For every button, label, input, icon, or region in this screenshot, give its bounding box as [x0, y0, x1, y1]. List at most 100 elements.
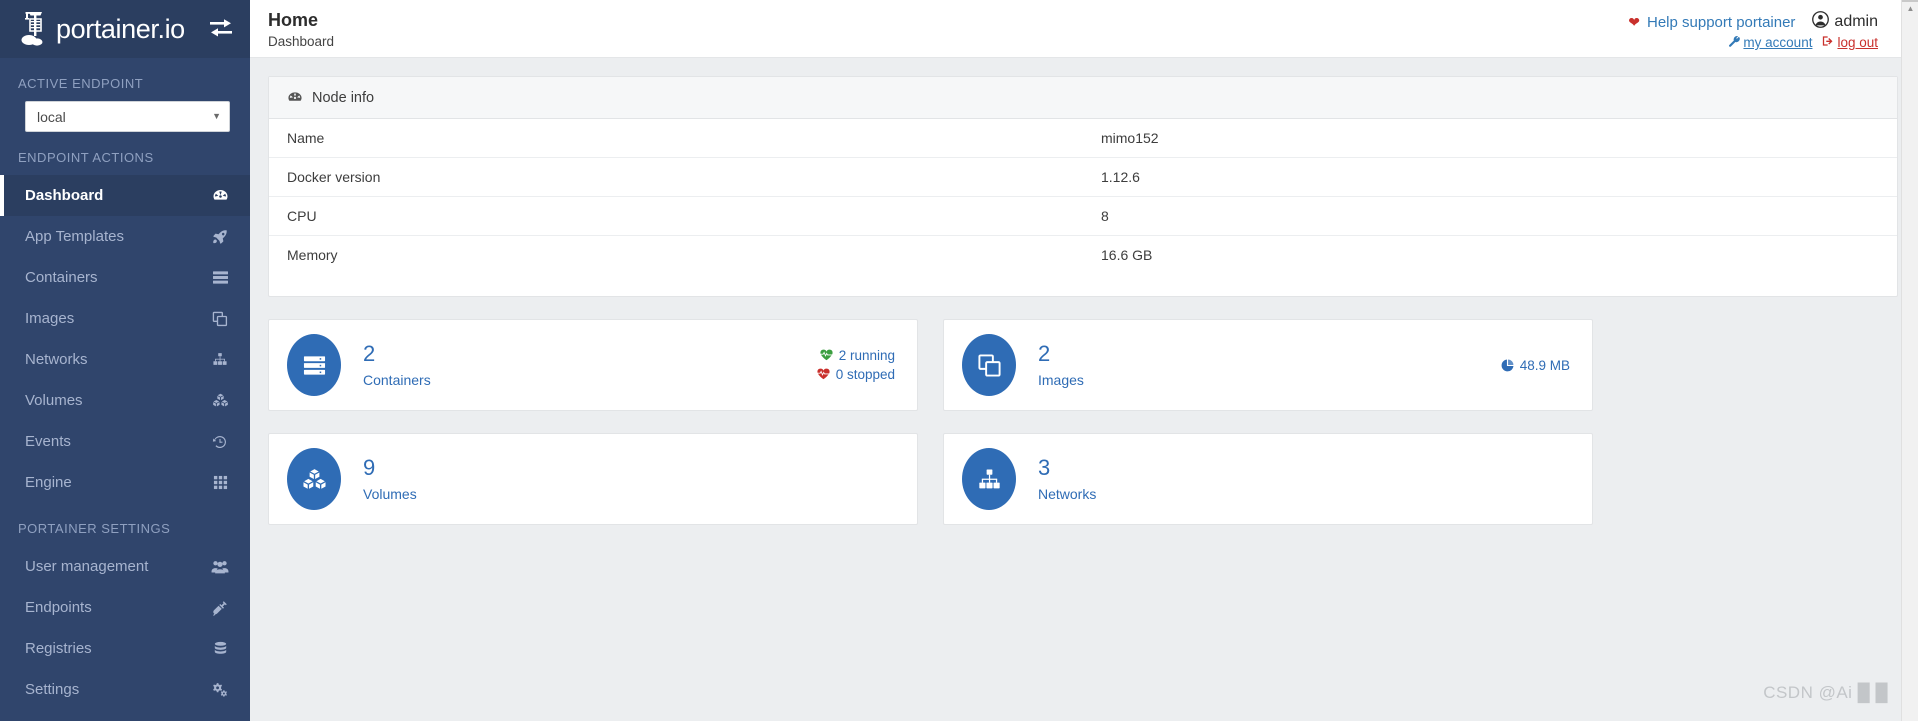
node-info-value: 1.12.6	[1083, 157, 1897, 197]
sidebar-item-containers[interactable]: Containers	[0, 257, 250, 298]
sidebar: portainer.io ACTIVE ENDPOINT local ▼ END…	[0, 0, 250, 721]
endpoint-select-wrap: local ▼	[0, 101, 250, 132]
tachometer-icon	[287, 91, 303, 104]
sidebar-item-label: Dashboard	[25, 187, 104, 204]
vertical-scrollbar[interactable]: ▲	[1901, 0, 1918, 721]
sidebar-item-label: Settings	[25, 681, 80, 698]
sidebar-item-engine[interactable]: Engine	[0, 462, 250, 503]
sidebar-item-registries[interactable]: Registries	[0, 628, 250, 669]
page-heading: Home Dashboard	[268, 8, 334, 49]
sidebar-item-label: Networks	[25, 351, 88, 368]
cubes-icon	[210, 392, 230, 410]
history-clock-icon	[210, 433, 230, 451]
node-info-label: Name	[269, 119, 1083, 158]
my-account-label: my account	[1743, 35, 1813, 50]
node-info-value: mimo152	[1083, 119, 1897, 158]
stat-value: 2	[1038, 340, 1051, 366]
sidebar-item-settings[interactable]: Settings	[0, 669, 250, 710]
pie-chart-icon	[1501, 359, 1514, 372]
stat-texts: 3 Networks	[1038, 454, 1097, 503]
node-info-value: 8	[1083, 196, 1897, 236]
topbar-row-secondary: my account log out	[1728, 35, 1878, 50]
stat-card-networks[interactable]: 3 Networks	[943, 433, 1593, 525]
endpoint-select[interactable]: local ▼	[25, 101, 230, 132]
database-stack-icon	[210, 640, 230, 658]
sidebar-item-label: Images	[25, 310, 75, 327]
scroll-up-arrow-icon[interactable]: ▲	[1902, 0, 1918, 17]
stat-label: Containers	[363, 372, 431, 389]
plug-icon	[210, 599, 230, 617]
sidebar-item-app-templates[interactable]: App Templates	[0, 216, 250, 257]
logout-link[interactable]: log out	[1822, 35, 1878, 50]
content-area: Node info Name mimo152 Docker version 1.…	[250, 58, 1918, 547]
my-account-link[interactable]: my account	[1728, 35, 1812, 50]
sidebar-item-label: Volumes	[25, 392, 83, 409]
sidebar-item-label: User management	[25, 558, 149, 575]
watermark: CSDN @Ai █ █	[1763, 683, 1888, 702]
endpoint-select-value: local	[37, 108, 66, 125]
users-icon	[210, 558, 230, 576]
stat-value: 9	[363, 454, 376, 480]
stat-texts: 2 Images	[1038, 340, 1084, 389]
chevron-down-icon: ▼	[212, 111, 221, 121]
sidebar-item-events[interactable]: Events	[0, 421, 250, 462]
sidebar-item-volumes[interactable]: Volumes	[0, 380, 250, 421]
portainer-crane-logo-icon	[20, 9, 54, 49]
table-row: Memory 16.6 GB	[269, 236, 1897, 275]
wrench-icon	[1728, 35, 1741, 50]
user-name: admin	[1834, 13, 1878, 30]
sidebar-item-images[interactable]: Images	[0, 298, 250, 339]
stat-meta-group: 2 running 0 stopped	[816, 348, 895, 382]
stat-label: Images	[1038, 372, 1084, 389]
stat-meta-text: 48.9 MB	[1519, 357, 1570, 373]
stat-meta-group: 48.9 MB	[1501, 358, 1570, 373]
topbar: Home Dashboard ❤ Help support portainer	[250, 0, 1918, 58]
sign-out-icon	[1822, 35, 1834, 50]
stat-meta-stopped: 0 stopped	[816, 367, 895, 382]
table-bottom-spacer	[269, 274, 1897, 296]
node-info-title: Node info	[312, 89, 375, 106]
containers-list-icon	[287, 334, 341, 396]
sitemap-icon	[210, 351, 230, 369]
sidebar-logo-bar: portainer.io	[0, 0, 250, 58]
sitemap-icon	[962, 448, 1016, 510]
cubes-icon	[287, 448, 341, 510]
sidebar-item-label: Events	[25, 433, 71, 450]
stat-label: Networks	[1038, 486, 1097, 503]
endpoint-switch-icon[interactable]	[208, 17, 234, 41]
portainer-settings-heading: PORTAINER SETTINGS	[18, 521, 171, 536]
sidebar-item-label: Engine	[25, 474, 72, 491]
stat-texts: 2 Containers	[363, 340, 431, 389]
user-circle-icon	[1812, 11, 1830, 33]
stat-value: 2	[363, 340, 376, 366]
sidebar-item-dashboard[interactable]: Dashboard	[0, 175, 250, 216]
stat-card-images[interactable]: 2 Images 48.9 MB	[943, 319, 1593, 411]
sidebar-item-endpoints[interactable]: Endpoints	[0, 587, 250, 628]
stat-cards-grid: 2 Containers 2 running 0 stopped 2 Image…	[268, 319, 1898, 547]
page-title: Home	[268, 10, 319, 30]
grid-th-icon	[210, 474, 230, 492]
stat-card-containers[interactable]: 2 Containers 2 running 0 stopped	[268, 319, 918, 411]
help-support-link[interactable]: Help support portainer	[1647, 14, 1795, 31]
stat-value: 3	[1038, 454, 1051, 480]
sidebar-item-label: App Templates	[25, 228, 124, 245]
sidebar-item-label: Containers	[25, 269, 98, 286]
active-endpoint-heading: ACTIVE ENDPOINT	[18, 76, 144, 91]
table-row: CPU 8	[269, 196, 1897, 236]
node-info-panel: Node info Name mimo152 Docker version 1.…	[268, 76, 1898, 297]
user-block[interactable]: admin	[1812, 11, 1878, 33]
images-clone-icon	[210, 310, 230, 328]
node-info-label: Docker version	[269, 157, 1083, 197]
sidebar-item-networks[interactable]: Networks	[0, 339, 250, 380]
node-info-label: Memory	[287, 247, 338, 263]
brand-logo[interactable]: portainer.io	[20, 9, 202, 49]
rocket-icon	[210, 228, 230, 246]
node-info-table: Name mimo152 Docker version 1.12.6 CPU 8…	[269, 119, 1897, 274]
sidebar-item-user-management[interactable]: User management	[0, 546, 250, 587]
node-info-value: 16.6 GB	[1101, 247, 1153, 263]
main-area: Home Dashboard ❤ Help support portainer	[250, 0, 1918, 721]
dashboard-gauge-icon	[210, 187, 230, 205]
portainer-dashboard-app: portainer.io ACTIVE ENDPOINT local ▼ END…	[0, 0, 1918, 721]
stat-card-volumes[interactable]: 9 Volumes	[268, 433, 918, 525]
containers-list-icon	[210, 269, 230, 287]
